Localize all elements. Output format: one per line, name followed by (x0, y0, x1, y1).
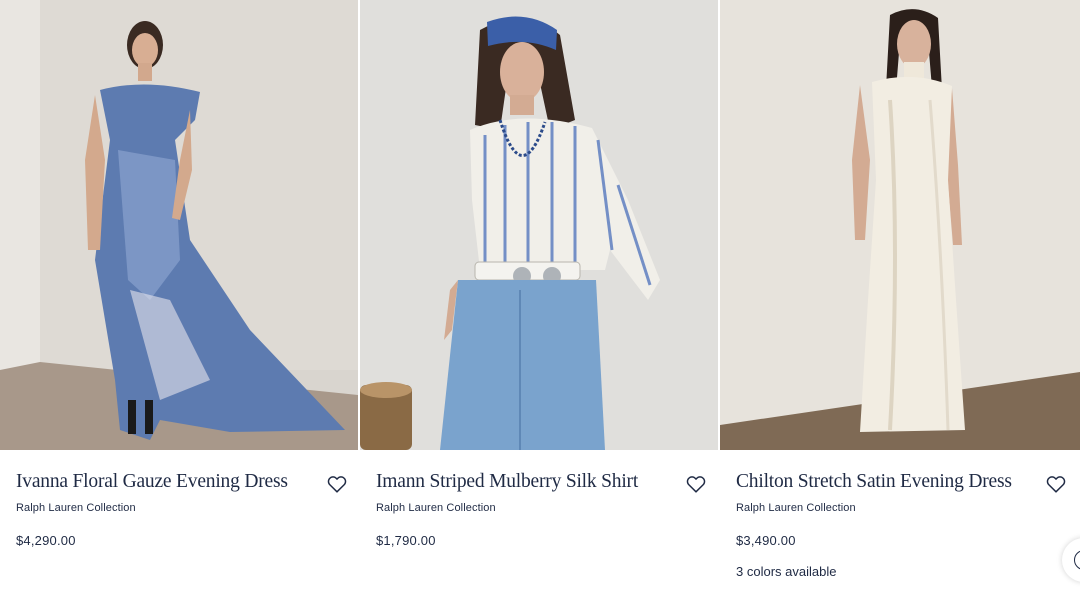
product-title[interactable]: Imann Striped Mulberry Silk Shirt (376, 471, 638, 493)
chat-icon-glyph (1074, 550, 1080, 570)
product-price: $1,790.00 (376, 533, 436, 548)
product-card[interactable]: Ivanna Floral Gauze Evening Dress Ralph … (0, 0, 358, 592)
product-image[interactable] (360, 0, 718, 450)
product-image[interactable] (720, 0, 1080, 450)
product-brand: Ralph Lauren Collection (736, 502, 856, 514)
product-image[interactable] (0, 0, 358, 450)
product-brand: Ralph Lauren Collection (376, 502, 496, 514)
product-brand: Ralph Lauren Collection (16, 502, 136, 514)
product-grid: Ivanna Floral Gauze Evening Dress Ralph … (0, 0, 1080, 592)
product-title[interactable]: Chilton Stretch Satin Evening Dress (736, 471, 1012, 493)
colors-available[interactable]: 3 colors available (736, 564, 836, 579)
product-title[interactable]: Ivanna Floral Gauze Evening Dress (16, 471, 288, 493)
product-price: $3,490.00 (736, 533, 796, 548)
heart-icon[interactable] (1045, 473, 1067, 495)
product-card[interactable]: Imann Striped Mulberry Silk Shirt Ralph … (360, 0, 718, 592)
product-price: $4,290.00 (16, 533, 76, 548)
heart-icon[interactable] (685, 473, 707, 495)
heart-icon[interactable] (326, 473, 348, 495)
product-card[interactable]: Chilton Stretch Satin Evening Dress Ralp… (720, 0, 1080, 592)
